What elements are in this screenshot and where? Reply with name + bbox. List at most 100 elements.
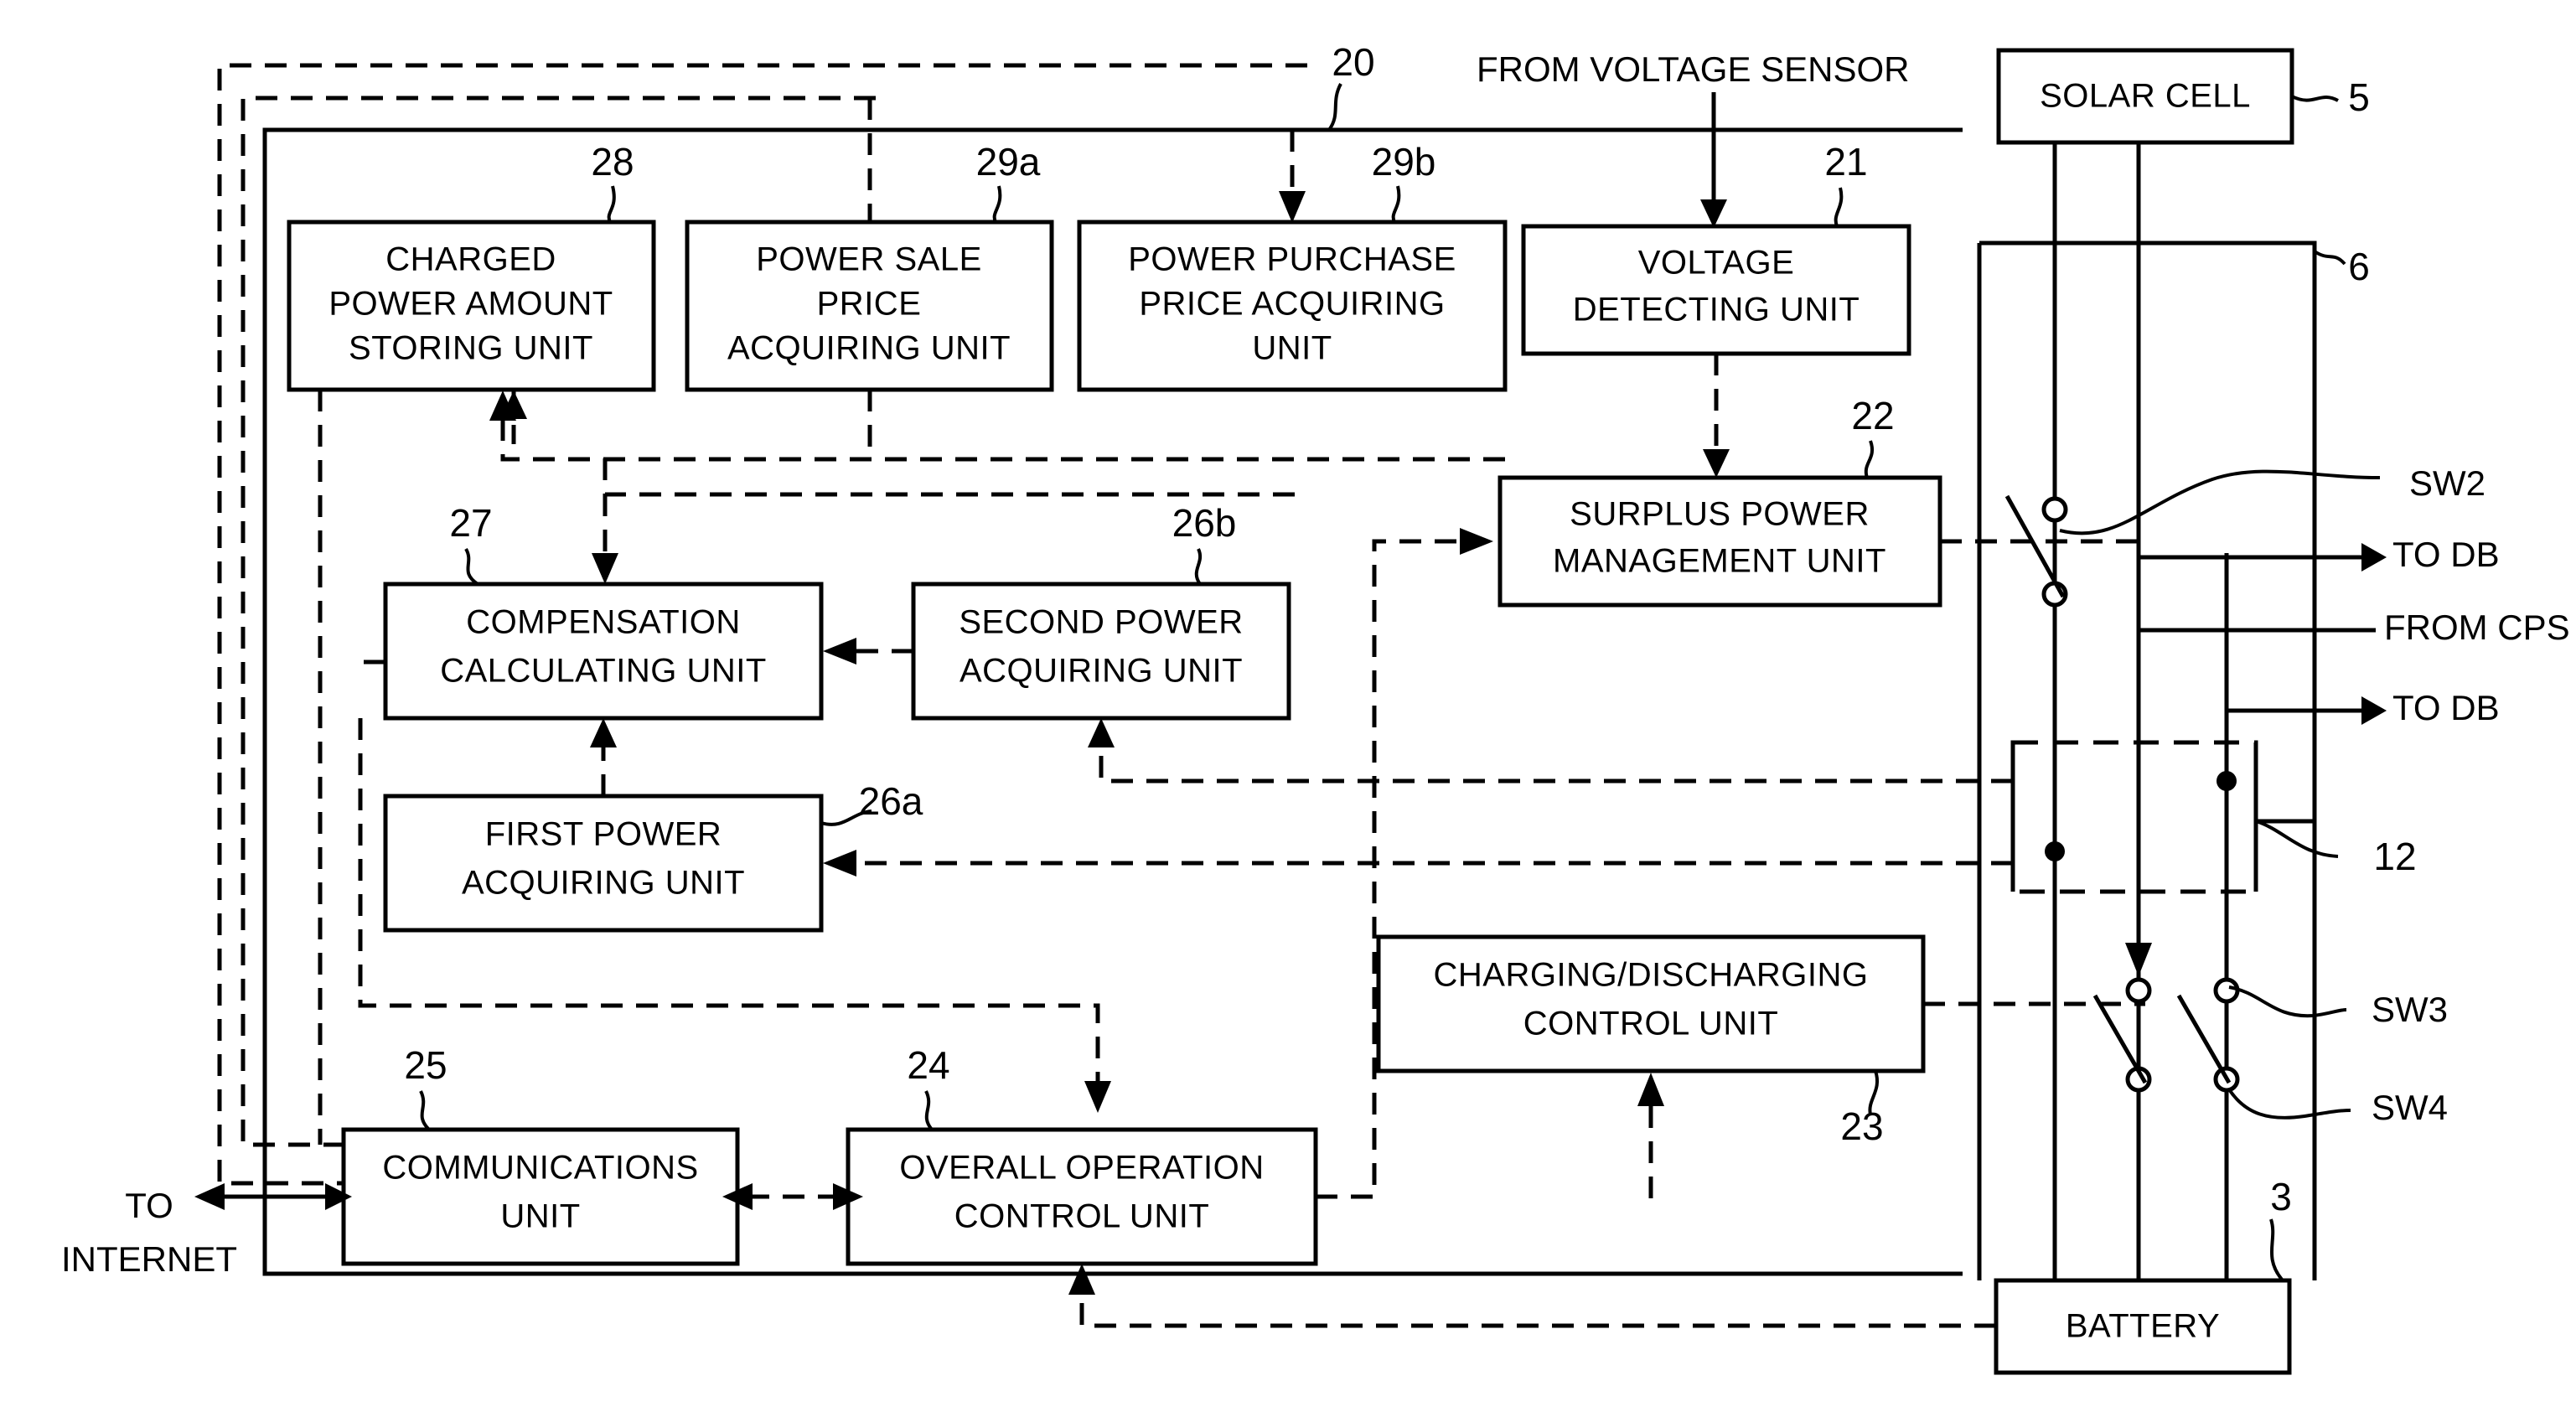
block-24-line-1: OVERALL OPERATION xyxy=(899,1150,1264,1187)
sw3-leader xyxy=(2228,985,2347,1018)
block-23-line-1: CHARGING/DISCHARGING xyxy=(1434,957,1869,994)
link-24-to-22-arrowhead xyxy=(1460,528,1493,555)
battery-label: BATTERY xyxy=(2066,1308,2220,1345)
solar-cell-label: SOLAR CELL xyxy=(2040,78,2251,115)
ref-5-leader xyxy=(2291,95,2339,102)
link-21-to-22-arrowhead xyxy=(1703,449,1730,478)
ref-22-leader xyxy=(1864,440,1874,478)
block-26a-line-2: ACQUIRING UNIT xyxy=(462,865,745,902)
sw4-leader xyxy=(2227,1088,2351,1120)
link-24-to-22 xyxy=(1316,539,1458,1199)
link-29b-up-arrowhead xyxy=(1279,191,1306,223)
block-28-line-2: POWER AMOUNT xyxy=(328,286,613,323)
label-to-internet-line-2: INTERNET xyxy=(61,1239,237,1279)
block-26b-line-2: ACQUIRING UNIT xyxy=(960,653,1243,690)
ref-28-leader xyxy=(607,185,616,223)
feed-bus-lower-arrowhead xyxy=(592,553,618,584)
feed-bus-lower xyxy=(603,453,1295,497)
block-25-line-2: UNIT xyxy=(500,1198,580,1235)
to-internet-arrowhead-left xyxy=(194,1183,225,1210)
power-bus-enclosure-6 xyxy=(1977,241,2317,1280)
label-sw4: SW4 xyxy=(2372,1088,2448,1127)
ref-3-leader xyxy=(2269,1218,2284,1282)
sw3-terminal-top-left xyxy=(2125,977,2152,1004)
ref-numeral-25: 25 xyxy=(404,1043,447,1087)
ref-numeral-26a: 26a xyxy=(859,779,923,823)
ref-24-leader xyxy=(924,1090,934,1131)
junction-dot-lower xyxy=(2045,841,2065,861)
block-25-line-1: COMMUNICATIONS xyxy=(382,1150,698,1187)
block-29a-line-3: ACQUIRING UNIT xyxy=(727,330,1011,367)
ref-25-leader xyxy=(419,1090,431,1131)
link-bus-to-26a-arrowhead xyxy=(823,850,856,877)
block-26a-line-1: FIRST POWER xyxy=(485,816,722,853)
block-22-line-1: SURPLUS POWER xyxy=(1570,496,1870,533)
label-sw3: SW3 xyxy=(2372,990,2448,1029)
block-21-line-1: VOLTAGE xyxy=(1638,245,1795,282)
link-battery-to-24 xyxy=(1079,1295,1996,1328)
ref-26b-leader xyxy=(1194,548,1202,586)
feed-bus-upper xyxy=(500,419,1505,462)
ref-numeral-28: 28 xyxy=(591,140,634,184)
ref-numeral-6: 6 xyxy=(2348,245,2370,288)
block-24-line-2: CONTROL UNIT xyxy=(954,1198,1210,1235)
label-to-internet-line-1: TO xyxy=(125,1186,173,1225)
block-28-line-3: STORING UNIT xyxy=(349,330,593,367)
label-from-cps: FROM CPS xyxy=(2384,608,2570,647)
block-29b-line-1: POWER PURCHASE xyxy=(1128,241,1456,278)
link-bus-to-26b-arrowhead xyxy=(1088,718,1115,747)
ref-29a-leader xyxy=(992,185,1002,223)
sw2-leader xyxy=(2059,469,2381,535)
from-voltage-sensor-arrowhead xyxy=(1700,199,1727,228)
ref-numeral-20: 20 xyxy=(1332,40,1374,84)
label-to-db-upper: TO DB xyxy=(2392,535,2500,574)
link-26b-to-27-arrowhead xyxy=(823,638,856,665)
block-27-line-2: CALCULATING UNIT xyxy=(440,653,767,690)
to-db-upper-arrowhead xyxy=(2361,543,2387,572)
ref-12-leader xyxy=(2255,820,2339,858)
ref-numeral-21: 21 xyxy=(1824,140,1867,184)
ref-6-leader xyxy=(2313,250,2346,266)
block-27-line-1: COMPENSATION xyxy=(466,604,741,641)
ref-numeral-27: 27 xyxy=(449,501,492,545)
ref-numeral-5: 5 xyxy=(2348,75,2370,119)
sw4-blade xyxy=(2176,994,2232,1084)
ref-numeral-3: 3 xyxy=(2270,1175,2292,1218)
block-29a-line-2: PRICE xyxy=(817,286,922,323)
label-sw2: SW2 xyxy=(2409,463,2485,503)
block-29a-line-1: POWER SALE xyxy=(756,241,982,278)
ref-numeral-24: 24 xyxy=(907,1043,949,1087)
ref-27-leader xyxy=(464,547,479,586)
block-21-line-2: DETECTING UNIT xyxy=(1573,292,1860,328)
block-22-line-2: MANAGEMENT UNIT xyxy=(1553,543,1886,580)
label-to-db-lower: TO DB xyxy=(2392,688,2500,727)
patent-figure-canvas: CHARGED POWER AMOUNT STORING UNIT POWER … xyxy=(0,0,2576,1412)
sw3-terminal-top-right xyxy=(2213,977,2240,1004)
ref-numeral-29a: 29a xyxy=(976,140,1041,184)
link-bus-to-26b xyxy=(1099,746,2013,784)
link-battery-to-24-arrowhead xyxy=(1068,1264,1095,1295)
ref-numeral-26b: 26b xyxy=(1172,501,1237,545)
relay-control-arrowhead xyxy=(2125,943,2152,976)
block-29b-line-2: PRICE ACQUIRING xyxy=(1139,286,1445,323)
sw2-terminal-top xyxy=(2041,496,2068,523)
ref-numeral-22: 22 xyxy=(1851,394,1894,437)
ref-20-leader xyxy=(1327,83,1342,132)
ref-29b-leader xyxy=(1391,185,1401,223)
link-24-to-23-arrowhead xyxy=(1637,1073,1664,1106)
block-29b-line-3: UNIT xyxy=(1252,330,1332,367)
block-28-line-1: CHARGED xyxy=(385,241,556,278)
ref-21-leader xyxy=(1834,187,1844,227)
ref-numeral-29b: 29b xyxy=(1372,140,1436,184)
left-dash-feed-2-arrowhead xyxy=(1084,1081,1111,1113)
to-db-lower-arrowhead xyxy=(2361,696,2387,725)
block-23-line-2: CONTROL UNIT xyxy=(1523,1006,1779,1042)
relay-box-12 xyxy=(2010,740,2258,894)
label-from-voltage-sensor: FROM VOLTAGE SENSOR xyxy=(1477,49,1910,89)
ref-numeral-12: 12 xyxy=(2373,835,2416,878)
link-26a-to-27-arrowhead xyxy=(590,718,617,747)
junction-dot-upper xyxy=(2216,771,2237,791)
diagram-svg: CHARGED POWER AMOUNT STORING UNIT POWER … xyxy=(61,40,2570,1375)
block-26b-line-1: SECOND POWER xyxy=(959,604,1243,641)
ref-numeral-23: 23 xyxy=(1840,1104,1883,1148)
